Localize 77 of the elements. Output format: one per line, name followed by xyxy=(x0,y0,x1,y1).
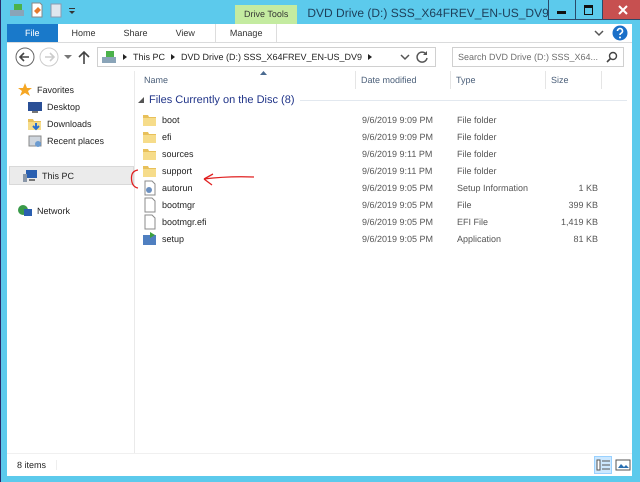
setup-icon xyxy=(142,230,158,246)
table-cell-text: File folder xyxy=(456,148,498,158)
collapse-icon[interactable] xyxy=(138,97,144,103)
details-view-button[interactable] xyxy=(594,456,612,474)
table-cell-text: File folder xyxy=(456,114,498,124)
network-icon xyxy=(17,202,33,218)
star-icon xyxy=(17,82,33,98)
file-name[interactable]: boot xyxy=(162,114,180,124)
file-icon xyxy=(142,196,158,212)
close-button[interactable] xyxy=(602,0,640,20)
dropdown-icon xyxy=(400,52,410,62)
column-header[interactable]: Type xyxy=(451,71,546,89)
address-bar[interactable]: This PC DVD Drive (D:) SSS_X64FREV_EN-US_DV9 xyxy=(97,47,436,67)
settings-file-icon xyxy=(142,180,158,196)
ribbon-tab[interactable]: Manage xyxy=(214,24,278,42)
table-cell-text: File folder xyxy=(456,166,498,176)
table-cell-text: 1 KB xyxy=(577,182,599,192)
file-name[interactable]: setup xyxy=(162,234,184,244)
table-cell-text: 81 KB xyxy=(572,234,599,244)
sidebar-item[interactable]: Recent places xyxy=(7,132,134,149)
drive-icon xyxy=(101,49,117,65)
breadcrumb[interactable]: This PC xyxy=(133,52,166,62)
table-cell-text: 9/6/2019 9:09 PM xyxy=(361,132,434,142)
table-cell-text: 9/6/2019 9:05 PM xyxy=(361,200,434,210)
table-cell-text: 9/6/2019 9:05 PM xyxy=(361,216,434,226)
file-name[interactable]: bootmgr.efi xyxy=(162,216,207,226)
column-header[interactable]: Size xyxy=(546,71,602,89)
details-icon xyxy=(595,457,611,473)
refresh-icon xyxy=(415,50,429,64)
up-arrow-icon[interactable] xyxy=(77,49,91,65)
annotation-arrow xyxy=(203,172,255,186)
chevron-icon xyxy=(170,53,176,61)
table-cell-text: 1,419 KB xyxy=(560,216,599,226)
breadcrumb[interactable]: DVD Drive (D:) SSS_X64FREV_EN-US_DV9 xyxy=(181,52,362,62)
annotation-bracket xyxy=(130,169,139,189)
sort-arrow-icon xyxy=(260,71,267,75)
table-cell-text: 9/6/2019 9:09 PM xyxy=(361,114,434,124)
file-name[interactable]: sources xyxy=(162,148,194,158)
table-cell-text: 9/6/2019 9:05 PM xyxy=(361,182,434,192)
table-cell-text: Setup Information xyxy=(456,182,530,192)
recent-locations-icon[interactable] xyxy=(63,52,73,62)
search-icon xyxy=(606,51,618,63)
window-title: DVD Drive (D:) SSS_X64FREV_EN-US_DV9 xyxy=(306,5,549,22)
file-name[interactable]: autorun xyxy=(162,182,193,192)
item-count: 8 items xyxy=(17,460,58,470)
sidebar-item[interactable]: Network xyxy=(7,202,134,219)
table-cell-text: Application xyxy=(456,234,502,244)
back-button-icon[interactable] xyxy=(15,47,35,67)
close-icon xyxy=(618,4,628,14)
help-icon[interactable] xyxy=(612,25,628,41)
file-name[interactable]: efi xyxy=(162,132,172,142)
group-header[interactable]: Files Currently on the Disc (8) xyxy=(149,94,294,106)
search-field[interactable]: Search DVD Drive (D:) SSS_X64... xyxy=(452,47,624,67)
sidebar-item[interactable]: Downloads xyxy=(7,115,134,132)
file-name[interactable]: bootmgr xyxy=(162,200,196,210)
table-cell-text: 9/6/2019 9:11 PM xyxy=(361,166,434,176)
column-header[interactable]: Date modified xyxy=(356,71,451,89)
computer-icon xyxy=(22,168,38,184)
expand-ribbon-icon[interactable] xyxy=(594,28,604,38)
file-icon xyxy=(142,214,158,230)
properties-icon[interactable] xyxy=(29,2,45,18)
minimize-button[interactable] xyxy=(548,0,576,20)
chevron-icon xyxy=(122,53,128,61)
file-tab[interactable]: File xyxy=(7,24,58,42)
chevron-icon xyxy=(367,53,374,61)
sidebar-item[interactable]: This PC xyxy=(9,166,134,185)
table-cell-text: 9/6/2019 9:05 PM xyxy=(361,234,434,244)
recent-places-icon xyxy=(27,132,43,148)
table-cell-text: 399 KB xyxy=(567,200,599,210)
table-cell-text: 9/6/2019 9:11 PM xyxy=(361,148,434,158)
table-cell-text: EFI File xyxy=(456,216,490,226)
sidebar-item[interactable]: Favorites xyxy=(7,81,134,98)
table-cell-text: File folder xyxy=(456,132,498,142)
table-cell-text: File xyxy=(456,200,473,210)
context-tab-label: Drive Tools xyxy=(235,5,298,24)
file-name[interactable]: support xyxy=(162,166,192,176)
sidebar-item[interactable]: Desktop xyxy=(7,98,134,115)
